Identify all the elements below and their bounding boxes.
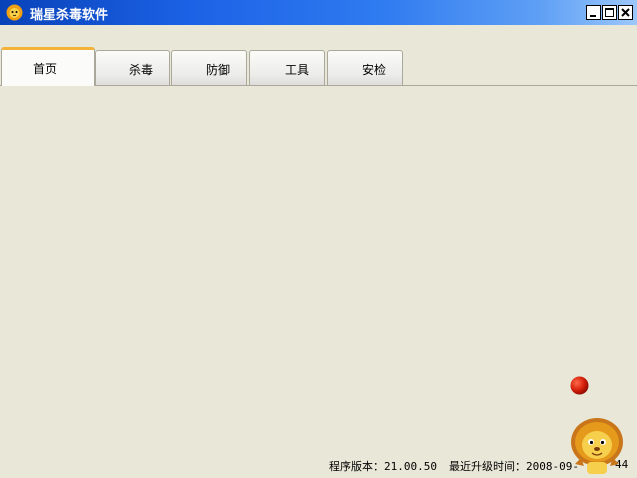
maximize-button[interactable] [602, 5, 617, 20]
window-title: 瑞星杀毒软件 [30, 8, 109, 23]
tab-home[interactable]: 首页 [1, 47, 95, 86]
tab-scan[interactable]: 杀毒 [95, 50, 170, 85]
program-version: 程序版本：21.00.50 [329, 460, 437, 473]
close-button[interactable] [618, 5, 633, 20]
tab-scan-label: 杀毒 [129, 63, 154, 77]
tab-security-check[interactable]: 安检 [327, 50, 403, 85]
tab-tools-label: 工具 [285, 63, 310, 77]
tab-security-check-label: 安检 [362, 63, 387, 77]
tab-defense-label: 防御 [206, 63, 231, 77]
maximize-icon [605, 8, 614, 17]
red-ball-icon[interactable] [570, 376, 589, 395]
close-icon [621, 8, 630, 17]
last-update-time: 最近升级时间：2008-09- [449, 460, 579, 473]
lion-mascot-icon[interactable] [567, 414, 629, 476]
content-panel [0, 86, 637, 456]
tab-tools[interactable]: 工具 [249, 50, 325, 85]
minimize-icon [590, 15, 596, 17]
tab-home-label: 首页 [33, 62, 58, 76]
tab-defense[interactable]: 防御 [171, 50, 247, 85]
title-bar: 瑞星杀毒软件 [0, 0, 637, 25]
minimize-button[interactable] [586, 5, 601, 20]
app-lion-icon [6, 4, 23, 21]
